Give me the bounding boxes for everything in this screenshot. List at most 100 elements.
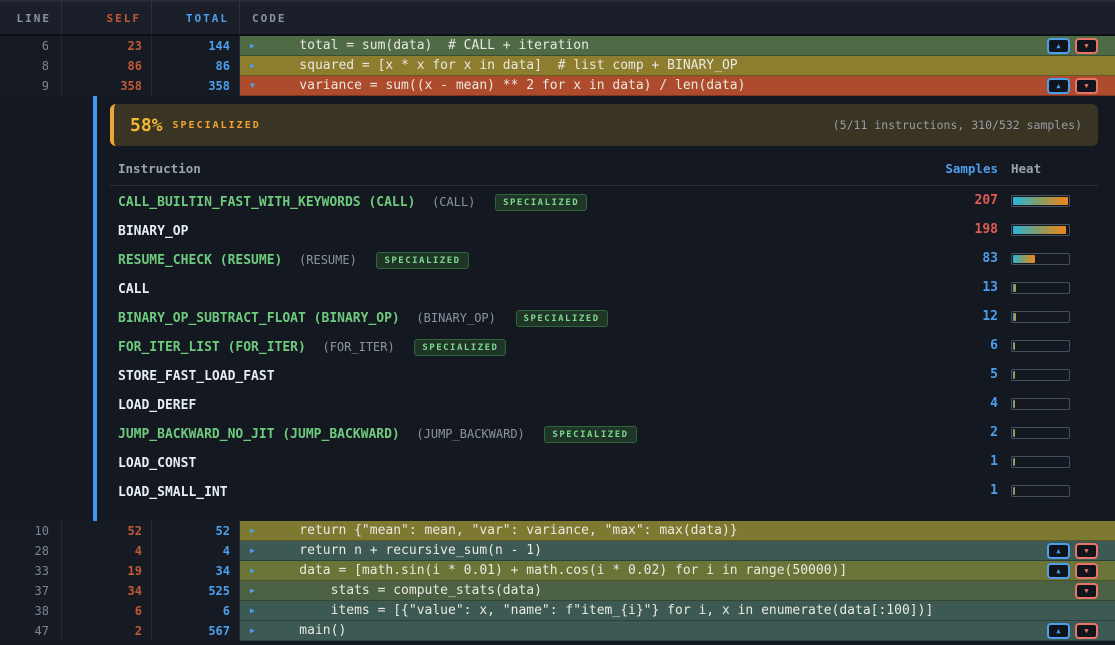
line-number: 37 [0,581,62,601]
expand-arrow-icon[interactable]: ▶ [250,561,264,581]
line-number: 28 [0,541,62,561]
nav-up-button[interactable]: ▲ [1047,78,1070,94]
nav-up-button[interactable]: ▲ [1047,623,1070,639]
expand-arrow-icon[interactable]: ▶ [250,56,264,76]
nav-down-button[interactable]: ▼ [1075,583,1098,599]
self-samples: 6 [62,601,152,621]
expand-arrow-icon[interactable]: ▶ [250,581,264,601]
expand-arrow-icon[interactable]: ▶ [250,36,264,56]
heat-cell [998,253,1098,265]
instruction-row: CALL 13 [110,273,1098,302]
code-line-row[interactable]: 6 23 144 ▶ total = sum(data) # CALL + it… [0,36,1115,56]
code-cell[interactable]: ▶ return {"mean": mean, "var": variance,… [240,521,1115,541]
specialization-summary: 58% SPECIALIZED (5/11 instructions, 310/… [110,104,1098,146]
instruction-cell: BINARY_OP_SUBTRACT_FLOAT (BINARY_OP) (BI… [118,307,908,327]
line-number: 38 [0,601,62,621]
code-cell[interactable]: ▶ main() ▲ ▼ [240,621,1115,641]
specialized-label: SPECIALIZED [173,120,261,131]
code-line-row[interactable]: 28 4 4 ▶ return n + recursive_sum(n - 1)… [0,541,1115,561]
self-samples: 2 [62,621,152,641]
line-number: 6 [0,36,62,56]
code-text: stats = compute_stats(data) [264,581,542,601]
heat-bar-track [1011,253,1070,265]
code-cell[interactable]: ▼ variance = sum((x - mean) ** 2 for x i… [240,76,1115,96]
heat-bar-track [1011,195,1070,207]
code-line-row[interactable]: 37 34 525 ▶ stats = compute_stats(data) … [0,581,1115,601]
code-cell[interactable]: ▶ squared = [x * x for x in data] # list… [240,56,1115,76]
instruction-cell: STORE_FAST_LOAD_FAST [118,365,908,384]
triangle-down-icon: ▼ [1084,628,1088,635]
heat-cell [998,485,1098,497]
code-line-row[interactable]: 38 6 6 ▶ items = [{"value": x, "name": f… [0,601,1115,621]
code-text: squared = [x * x for x in data] # list c… [264,56,738,76]
code-cell[interactable]: ▶ data = [math.sin(i * 0.01) + math.cos(… [240,561,1115,581]
instruction-alias: (RESUME) [299,253,357,267]
code-cell[interactable]: ▶ total = sum(data) # CALL + iteration ▲… [240,36,1115,56]
nav-down-button[interactable]: ▼ [1075,623,1098,639]
instruction-name: BINARY_OP_SUBTRACT_FLOAT (BINARY_OP) [118,311,400,326]
instruction-alias: (CALL) [432,195,475,209]
triangle-up-icon: ▲ [1056,548,1060,555]
expand-arrow-icon[interactable]: ▶ [250,521,264,541]
heat-bar-fill [1013,342,1015,350]
heat-bar-fill [1013,458,1015,466]
expand-arrow-icon[interactable]: ▶ [250,601,264,621]
expand-arrow-icon[interactable]: ▼ [250,76,264,96]
code-line-row[interactable]: 47 2 567 ▶ main() ▲ ▼ [0,621,1115,641]
code-text: variance = sum((x - mean) ** 2 for x in … [264,76,745,96]
heat-bar-track [1011,427,1070,439]
heat-bar-track [1011,224,1070,236]
instruction-cell: CALL_BUILTIN_FAST_WITH_KEYWORDS (CALL) (… [118,191,908,211]
heat-bar-track [1011,456,1070,468]
code-line-row[interactable]: 8 86 86 ▶ squared = [x * x for x in data… [0,56,1115,76]
nav-down-button[interactable]: ▼ [1075,38,1098,54]
specialized-badge: SPECIALIZED [414,339,506,356]
instruction-cell: LOAD_DEREF [118,394,908,413]
expand-arrow-icon[interactable]: ▶ [250,621,264,641]
self-samples: 34 [62,581,152,601]
samples-value: 5 [908,367,998,382]
total-samples: 6 [152,601,240,621]
line-number: 10 [0,521,62,541]
instruction-row: LOAD_DEREF 4 [110,389,1098,418]
heat-cell [998,456,1098,468]
instruction-alias: (JUMP_BACKWARD) [416,427,524,441]
heat-cell [998,282,1098,294]
heat-cell [998,427,1098,439]
samples-value: 13 [908,280,998,295]
instruction-name: BINARY_OP [118,224,188,239]
self-samples: 4 [62,541,152,561]
self-samples: 86 [62,56,152,76]
nav-down-button[interactable]: ▼ [1075,543,1098,559]
code-line-row[interactable]: 10 52 52 ▶ return {"mean": mean, "var": … [0,521,1115,541]
code-line-row[interactable]: 9 358 358 ▼ variance = sum((x - mean) **… [0,76,1115,96]
instruction-row: BINARY_OP 198 [110,215,1098,244]
total-samples: 567 [152,621,240,641]
expand-arrow-icon[interactable]: ▶ [250,541,264,561]
instruction-name: LOAD_DEREF [118,398,196,413]
samples-value: 198 [908,222,998,237]
code-cell[interactable]: ▶ stats = compute_stats(data) ▼ [240,581,1115,601]
instruction-cell: LOAD_CONST [118,452,908,471]
code-rows-top: 6 23 144 ▶ total = sum(data) # CALL + it… [0,36,1115,96]
nav-up-button[interactable]: ▲ [1047,543,1070,559]
nav-up-button[interactable]: ▲ [1047,563,1070,579]
code-cell[interactable]: ▶ items = [{"value": x, "name": f"item_{… [240,601,1115,621]
instruction-cell: BINARY_OP [118,220,908,239]
code-cell[interactable]: ▶ return n + recursive_sum(n - 1) ▲ ▼ [240,541,1115,561]
instruction-name: LOAD_CONST [118,456,196,471]
instruction-name: STORE_FAST_LOAD_FAST [118,369,275,384]
code-line-row[interactable]: 33 19 34 ▶ data = [math.sin(i * 0.01) + … [0,561,1115,581]
samples-value: 1 [908,454,998,469]
nav-down-button[interactable]: ▼ [1075,563,1098,579]
total-samples: 525 [152,581,240,601]
nav-down-button[interactable]: ▼ [1075,78,1098,94]
heat-bar-fill [1013,284,1016,292]
instruction-row: CALL_BUILTIN_FAST_WITH_KEYWORDS (CALL) (… [110,186,1098,215]
line-number: 47 [0,621,62,641]
instruction-cell: LOAD_SMALL_INT [118,481,908,500]
heat-cell [998,340,1098,352]
nav-up-button[interactable]: ▲ [1047,38,1070,54]
instruction-row: BINARY_OP_SUBTRACT_FLOAT (BINARY_OP) (BI… [110,302,1098,331]
instruction-name: FOR_ITER_LIST (FOR_ITER) [118,340,306,355]
